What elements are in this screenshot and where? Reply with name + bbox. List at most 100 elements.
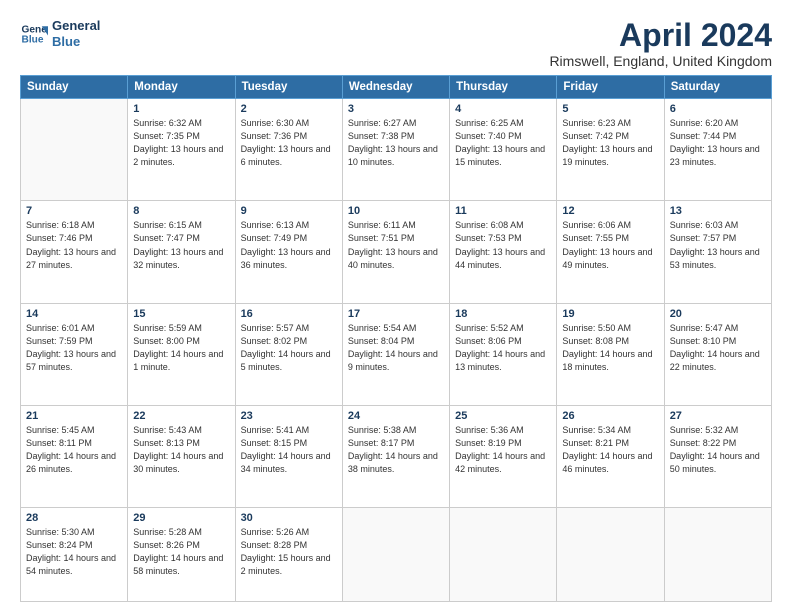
day-detail: Sunrise: 5:36 AM Sunset: 8:19 PM Dayligh… <box>455 424 551 476</box>
day-number: 10 <box>348 205 444 217</box>
week-row-1: 1 Sunrise: 6:32 AM Sunset: 7:35 PM Daylig… <box>21 99 772 201</box>
day-number: 22 <box>133 410 229 422</box>
calendar-cell: 2Sunrise: 6:30 AM Sunset: 7:36 PM Daylig… <box>235 99 342 201</box>
day-number: 21 <box>26 410 122 422</box>
main-title: April 2024 <box>549 18 772 53</box>
day-detail: Sunrise: 5:54 AM Sunset: 8:04 PM Dayligh… <box>348 322 444 374</box>
day-number: 1 <box>133 103 229 115</box>
day-detail: Sunrise: 6:13 AM Sunset: 7:49 PM Dayligh… <box>241 219 337 271</box>
day-detail: Sunrise: 6:18 AM Sunset: 7:46 PM Dayligh… <box>26 219 122 271</box>
day-detail: Sunrise: 5:52 AM Sunset: 8:06 PM Dayligh… <box>455 322 551 374</box>
day-number: 14 <box>26 308 122 320</box>
day-detail: Sunrise: 5:41 AM Sunset: 8:15 PM Dayligh… <box>241 424 337 476</box>
week-row-4: 21 Sunrise: 5:45 AM Sunset: 8:11 PM Dayli… <box>21 405 772 507</box>
calendar-cell: 19 Sunrise: 5:50 AM Sunset: 8:08 PM Dayli… <box>557 303 664 405</box>
calendar-cell: 11 Sunrise: 6:08 AM Sunset: 7:53 PM Dayli… <box>450 201 557 303</box>
calendar-cell <box>664 508 771 602</box>
calendar-cell: 22 Sunrise: 5:43 AM Sunset: 8:13 PM Dayli… <box>128 405 235 507</box>
day-number: 4 <box>455 103 551 115</box>
day-detail: Sunrise: 6:03 AM Sunset: 7:57 PM Dayligh… <box>670 219 766 271</box>
calendar-cell: 18 Sunrise: 5:52 AM Sunset: 8:06 PM Dayli… <box>450 303 557 405</box>
day-number: 13 <box>670 205 766 217</box>
day-number: 19 <box>562 308 658 320</box>
day-detail: Sunrise: 6:25 AM Sunset: 7:40 PM Dayligh… <box>455 117 551 169</box>
page: General Blue General Blue April 2024 Rim… <box>0 0 792 612</box>
calendar-cell: 13 Sunrise: 6:03 AM Sunset: 7:57 PM Dayli… <box>664 201 771 303</box>
day-number: 15 <box>133 308 229 320</box>
subtitle: Rimswell, England, United Kingdom <box>549 53 772 69</box>
logo-icon: General Blue <box>20 20 48 48</box>
logo-text-blue: Blue <box>52 34 100 50</box>
title-block: April 2024 Rimswell, England, United Kin… <box>549 18 772 69</box>
day-number: 29 <box>133 512 229 524</box>
weekday-header-row: SundayMondayTuesdayWednesdayThursdayFrid… <box>21 76 772 99</box>
calendar-cell: 4 Sunrise: 6:25 AM Sunset: 7:40 PM Daylig… <box>450 99 557 201</box>
calendar-table: SundayMondayTuesdayWednesdayThursdayFrid… <box>20 75 772 602</box>
weekday-header-saturday: Saturday <box>664 76 771 99</box>
calendar-cell: 23 Sunrise: 5:41 AM Sunset: 8:15 PM Dayli… <box>235 405 342 507</box>
day-number: 2 <box>241 103 337 115</box>
calendar-cell: 16 Sunrise: 5:57 AM Sunset: 8:02 PM Dayli… <box>235 303 342 405</box>
day-detail: Sunrise: 5:43 AM Sunset: 8:13 PM Dayligh… <box>133 424 229 476</box>
day-number: 23 <box>241 410 337 422</box>
calendar-cell <box>342 508 449 602</box>
day-number: 3 <box>348 103 444 115</box>
day-number: 26 <box>562 410 658 422</box>
day-number: 5 <box>562 103 658 115</box>
calendar-cell: 6 Sunrise: 6:20 AM Sunset: 7:44 PM Daylig… <box>664 99 771 201</box>
logo: General Blue General Blue <box>20 18 100 49</box>
weekday-header-tuesday: Tuesday <box>235 76 342 99</box>
day-number: 16 <box>241 308 337 320</box>
day-number: 17 <box>348 308 444 320</box>
calendar-cell: 3Sunrise: 6:27 AM Sunset: 7:38 PM Daylig… <box>342 99 449 201</box>
day-number: 30 <box>241 512 337 524</box>
day-detail: Sunrise: 6:11 AM Sunset: 7:51 PM Dayligh… <box>348 219 444 271</box>
day-detail: Sunrise: 5:57 AM Sunset: 8:02 PM Dayligh… <box>241 322 337 374</box>
calendar-cell: 8 Sunrise: 6:15 AM Sunset: 7:47 PM Daylig… <box>128 201 235 303</box>
day-detail: Sunrise: 6:32 AM Sunset: 7:35 PM Dayligh… <box>133 117 229 169</box>
day-detail: Sunrise: 6:08 AM Sunset: 7:53 PM Dayligh… <box>455 219 551 271</box>
week-row-2: 7 Sunrise: 6:18 AM Sunset: 7:46 PM Daylig… <box>21 201 772 303</box>
calendar-cell: 28 Sunrise: 5:30 AM Sunset: 8:24 PM Dayli… <box>21 508 128 602</box>
day-detail: Sunrise: 5:38 AM Sunset: 8:17 PM Dayligh… <box>348 424 444 476</box>
day-number: 7 <box>26 205 122 217</box>
day-detail: Sunrise: 5:47 AM Sunset: 8:10 PM Dayligh… <box>670 322 766 374</box>
calendar-cell <box>450 508 557 602</box>
day-number: 11 <box>455 205 551 217</box>
calendar-cell: 9Sunrise: 6:13 AM Sunset: 7:49 PM Daylig… <box>235 201 342 303</box>
day-number: 27 <box>670 410 766 422</box>
weekday-header-sunday: Sunday <box>21 76 128 99</box>
header: General Blue General Blue April 2024 Rim… <box>20 18 772 69</box>
day-detail: Sunrise: 6:20 AM Sunset: 7:44 PM Dayligh… <box>670 117 766 169</box>
day-detail: Sunrise: 6:15 AM Sunset: 7:47 PM Dayligh… <box>133 219 229 271</box>
weekday-header-wednesday: Wednesday <box>342 76 449 99</box>
calendar-cell: 14 Sunrise: 6:01 AM Sunset: 7:59 PM Dayli… <box>21 303 128 405</box>
day-number: 6 <box>670 103 766 115</box>
calendar-cell <box>557 508 664 602</box>
day-number: 18 <box>455 308 551 320</box>
day-detail: Sunrise: 5:30 AM Sunset: 8:24 PM Dayligh… <box>26 526 122 578</box>
calendar-cell: 10 Sunrise: 6:11 AM Sunset: 7:51 PM Dayli… <box>342 201 449 303</box>
logo-text-general: General <box>52 18 100 34</box>
calendar-cell: 15Sunrise: 5:59 AM Sunset: 8:00 PM Dayli… <box>128 303 235 405</box>
calendar-cell: 1 Sunrise: 6:32 AM Sunset: 7:35 PM Daylig… <box>128 99 235 201</box>
week-row-5: 28 Sunrise: 5:30 AM Sunset: 8:24 PM Dayli… <box>21 508 772 602</box>
day-detail: Sunrise: 5:32 AM Sunset: 8:22 PM Dayligh… <box>670 424 766 476</box>
day-detail: Sunrise: 6:01 AM Sunset: 7:59 PM Dayligh… <box>26 322 122 374</box>
calendar-cell: 20Sunrise: 5:47 AM Sunset: 8:10 PM Dayli… <box>664 303 771 405</box>
calendar-cell: 29 Sunrise: 5:28 AM Sunset: 8:26 PM Dayli… <box>128 508 235 602</box>
weekday-header-thursday: Thursday <box>450 76 557 99</box>
day-detail: Sunrise: 5:28 AM Sunset: 8:26 PM Dayligh… <box>133 526 229 578</box>
weekday-header-friday: Friday <box>557 76 664 99</box>
day-detail: Sunrise: 5:45 AM Sunset: 8:11 PM Dayligh… <box>26 424 122 476</box>
calendar-cell: 7 Sunrise: 6:18 AM Sunset: 7:46 PM Daylig… <box>21 201 128 303</box>
calendar-cell: 25Sunrise: 5:36 AM Sunset: 8:19 PM Dayli… <box>450 405 557 507</box>
day-number: 28 <box>26 512 122 524</box>
calendar-cell: 24 Sunrise: 5:38 AM Sunset: 8:17 PM Dayli… <box>342 405 449 507</box>
calendar-cell: 27 Sunrise: 5:32 AM Sunset: 8:22 PM Dayli… <box>664 405 771 507</box>
day-detail: Sunrise: 5:50 AM Sunset: 8:08 PM Dayligh… <box>562 322 658 374</box>
day-number: 8 <box>133 205 229 217</box>
calendar-cell: 30 Sunrise: 5:26 AM Sunset: 8:28 PM Dayli… <box>235 508 342 602</box>
day-number: 24 <box>348 410 444 422</box>
day-detail: Sunrise: 5:26 AM Sunset: 8:28 PM Dayligh… <box>241 526 337 578</box>
